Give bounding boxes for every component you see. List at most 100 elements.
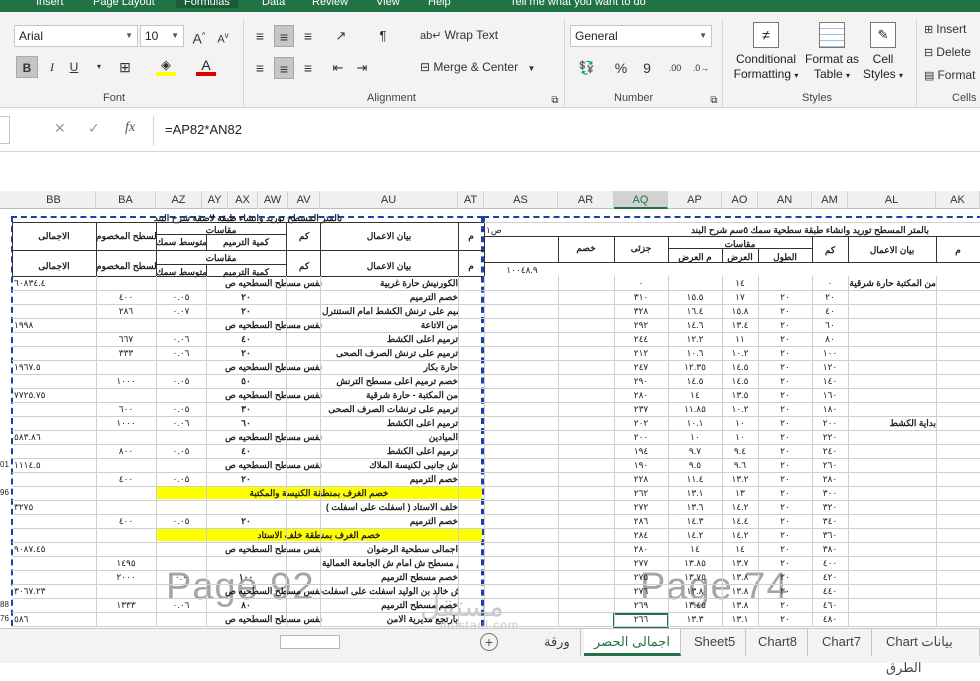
decrease-decimal-icon[interactable]: .0→ (690, 57, 712, 79)
tell-me-search[interactable]: Tell me what you want to do (510, 0, 646, 8)
col-header-ay[interactable]: AY (202, 191, 228, 209)
cancel-icon[interactable]: ✕ (54, 120, 66, 137)
align-top-icon[interactable]: ≡ (250, 25, 270, 47)
tab-data[interactable]: Data (262, 0, 285, 8)
font-size-select[interactable]: 10 ▼ (140, 25, 184, 47)
align-right-icon[interactable]: ≡ (298, 57, 318, 79)
add-sheet-button[interactable]: + (480, 633, 498, 651)
length-cell: ٢٠ (780, 334, 790, 344)
tab-help[interactable]: Help (428, 0, 451, 8)
col-header-az[interactable]: AZ (156, 191, 202, 209)
col-header-au[interactable]: AU (320, 191, 458, 209)
tab-view[interactable]: View (376, 0, 400, 8)
merge-center-button[interactable]: ⊟ Merge & Center ▼ (420, 60, 535, 76)
col-header-al[interactable]: AL (848, 191, 936, 209)
col-header-ba[interactable]: BA (96, 191, 156, 209)
borders-icon[interactable]: ⊞ (112, 56, 138, 78)
font-color-icon[interactable]: A (196, 56, 216, 76)
tab-review[interactable]: Review (312, 0, 348, 8)
width-cell: ١٤ (735, 544, 745, 554)
number-group-label: Number (614, 92, 654, 104)
sheet-top-gap (0, 153, 980, 191)
delete-cells-button[interactable]: ⊟ Delete (924, 45, 971, 61)
km-cell: ٣٠٠ (822, 488, 838, 498)
font-name-select[interactable]: Arial ▼ (14, 25, 138, 47)
worksheet-grid[interactable]: بالمتر المسطح توريد وانشاء طبقة لاصقة شر… (0, 210, 980, 628)
tab-formulas[interactable]: Formulas (176, 0, 238, 8)
decrease-indent-icon[interactable]: ⇤ (328, 57, 348, 79)
grid-line (206, 276, 207, 626)
grid-line (484, 262, 980, 263)
sheet-tab[interactable]: Chart بيانات الطرق (876, 629, 980, 675)
name-box[interactable] (0, 116, 10, 144)
length-cell: ٢٠ (780, 614, 790, 624)
shrink-font-button[interactable]: Av (214, 25, 232, 47)
increase-indent-icon[interactable]: ⇥ (352, 57, 372, 79)
align-middle-icon[interactable]: ≡ (274, 25, 294, 47)
bold-button[interactable]: B (16, 56, 38, 78)
col-header-ax[interactable]: AX (228, 191, 258, 209)
rtl-direction-icon[interactable]: ¶ (372, 25, 394, 47)
comma-style-button[interactable]: 9 (638, 57, 656, 79)
col-header-bb[interactable]: BB (12, 191, 96, 209)
percent-button[interactable]: % (612, 57, 630, 79)
col-header-ap[interactable]: AP (668, 191, 722, 209)
format-as-table-button[interactable]: Format as Table ▾ (804, 20, 860, 90)
col-header-ao[interactable]: AO (722, 191, 758, 209)
sheet-tab[interactable]: ورقة (534, 629, 581, 656)
partial-cell: ٢٩٠ (633, 376, 649, 386)
partial-cell: ٢٤٤ (633, 334, 649, 344)
col-header-an[interactable]: AN (758, 191, 812, 209)
orientation-icon[interactable]: ↗ (330, 25, 352, 47)
col-header-aw[interactable]: AW (258, 191, 288, 209)
align-center-icon[interactable]: ≡ (274, 57, 294, 79)
col-header-ak[interactable]: AK (936, 191, 980, 209)
partial-cell: ١٩٠ (633, 460, 649, 470)
km-cell: ٤٠٠ (822, 558, 838, 568)
partial-cell: ٢٦٦ (633, 614, 649, 624)
sheet-tab-active[interactable]: اجمالى الحصر (584, 629, 681, 656)
align-bottom-icon[interactable]: ≡ (298, 25, 318, 47)
styles-group-label: Styles (802, 92, 832, 104)
number-format-select[interactable]: General ▼ (570, 25, 712, 47)
group-divider (243, 20, 244, 108)
avg-width-cell: ١٤.٥ (686, 376, 704, 386)
formula-input[interactable]: =AP82*AN82 (165, 122, 242, 137)
insert-cells-button[interactable]: ⊞ Insert (924, 22, 966, 38)
length-cell: ٢٠ (780, 362, 790, 372)
grid-line (936, 236, 937, 262)
sheet-tab[interactable]: Sheet5 (684, 629, 747, 656)
underline-button[interactable]: U (64, 56, 84, 78)
work-item-label: خصم الترميم (409, 516, 458, 526)
grow-font-button[interactable]: A^ (190, 25, 208, 47)
tab-page-layout[interactable]: Page Layout (93, 0, 155, 8)
italic-button[interactable]: I (42, 56, 62, 78)
currency-icon[interactable]: 💱 (572, 57, 602, 79)
enter-icon[interactable]: ✓ (88, 120, 100, 137)
sheet-tab[interactable]: Chart7 (812, 629, 873, 656)
conditional-formatting-button[interactable]: ≠ Conditional Formatting ▾ (730, 20, 802, 90)
grid-line (614, 276, 615, 626)
col-header-aq[interactable]: AQ (614, 191, 668, 209)
fill-color-icon[interactable]: ◈ (156, 56, 176, 76)
col-header-as[interactable]: AS (484, 191, 558, 209)
col-header-at[interactable]: AT (458, 191, 484, 209)
grid-line (320, 222, 321, 276)
offscreen-cell: 01 (0, 460, 9, 469)
horizontal-scrollbar[interactable] (280, 635, 340, 649)
length-cell: ٢٠ (780, 516, 790, 526)
work-item-label: بارتجع مديرية الامن (386, 614, 458, 624)
tab-insert[interactable]: Insert (36, 0, 64, 8)
format-cells-button[interactable]: ▤ Format (924, 68, 975, 84)
align-left-icon[interactable]: ≡ (250, 57, 270, 79)
col-header-ar[interactable]: AR (558, 191, 614, 209)
insert-function-button[interactable]: fx (125, 120, 135, 136)
increase-decimal-button[interactable]: .00 (664, 57, 686, 79)
col-header-am[interactable]: AM (812, 191, 848, 209)
right-page-ref: ص١ (486, 225, 502, 235)
col-header-av[interactable]: AV (288, 191, 320, 209)
wrap-text-button[interactable]: ab↵ Wrap Text (420, 28, 498, 44)
cell-styles-button[interactable]: ✎ Cell Styles ▾ (860, 20, 906, 90)
sheet-tab[interactable]: Chart8 (748, 629, 809, 656)
underline-dropdown-icon[interactable]: ▾ (92, 56, 106, 78)
